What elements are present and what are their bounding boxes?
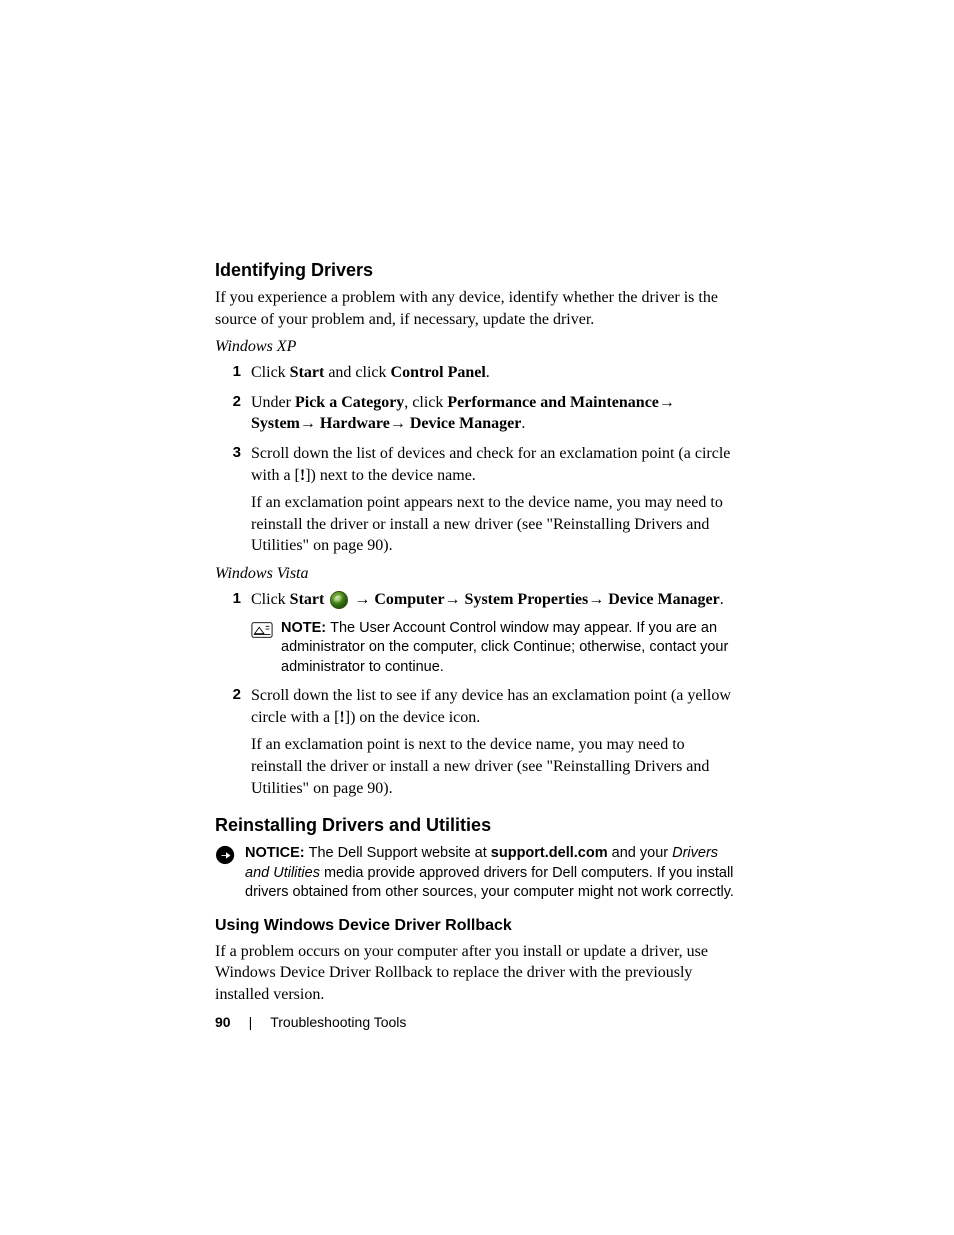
arrow: → <box>659 394 675 411</box>
footer-section: Troubleshooting Tools <box>270 1014 406 1030</box>
ui-computer: Computer <box>374 591 444 608</box>
step-followup: If an exclamation point appears next to … <box>251 492 739 557</box>
note-text: NOTE: The User Account Control window ma… <box>281 619 739 678</box>
step-text: , click <box>404 394 447 411</box>
ui-device-manager: Device Manager <box>608 591 720 608</box>
label-windows-vista: Windows Vista <box>215 565 739 583</box>
note-icon <box>251 620 273 638</box>
ui-start: Start <box>290 591 325 608</box>
ui-hardware: Hardware <box>320 415 390 432</box>
vista-start-icon <box>330 591 348 609</box>
step-text: and click <box>324 364 390 381</box>
paragraph-intro: If you experience a problem with any dev… <box>215 287 739 330</box>
step-number: 3 <box>221 443 241 463</box>
step-number: 2 <box>221 685 241 705</box>
ui-pick-category: Pick a Category <box>295 394 404 411</box>
step-text: Scroll down the list to see if any devic… <box>251 687 731 726</box>
paragraph-rollback: If a problem occurs on your computer aft… <box>215 941 739 1006</box>
notice-text-part: The Dell Support website at <box>309 845 491 861</box>
steps-windows-xp: 1 Click Start and click Control Panel. 2… <box>215 362 739 557</box>
heading-identifying-drivers: Identifying Drivers <box>215 260 739 281</box>
ui-continue: Continue <box>513 639 571 655</box>
note-label: NOTE: <box>281 620 330 636</box>
ui-system: System <box>251 415 300 432</box>
step-number: 2 <box>221 392 241 412</box>
step-text: Click <box>251 591 290 608</box>
ui-start: Start <box>290 364 325 381</box>
list-item: 1 Click Start → Computer→ System Propert… <box>251 589 739 611</box>
list-item: 3 Scroll down the list of devices and ch… <box>251 443 739 557</box>
notice-label: NOTICE: <box>245 845 309 861</box>
footer-separator: | <box>249 1014 253 1030</box>
arrow: → <box>588 591 608 608</box>
page: Identifying Drivers If you experience a … <box>0 0 954 1235</box>
step-text: . <box>521 415 525 432</box>
ui-performance-maintenance: Performance and Maintenance <box>447 394 659 411</box>
heading-device-driver-rollback: Using Windows Device Driver Rollback <box>215 917 739 935</box>
notice-dell-support: NOTICE: The Dell Support website at supp… <box>215 844 739 903</box>
page-number: 90 <box>215 1014 231 1030</box>
step-number: 1 <box>221 362 241 382</box>
ui-system-properties: System Properties <box>465 591 589 608</box>
list-item: 1 Click Start and click Control Panel. <box>251 362 739 384</box>
arrow: → <box>354 591 374 608</box>
url-support-dell: support.dell.com <box>491 845 608 861</box>
step-text: . <box>486 364 490 381</box>
steps-windows-vista-cont: 2 Scroll down the list to see if any dev… <box>215 685 739 799</box>
step-text: ]) on the device icon. <box>345 709 481 726</box>
step-text: Under <box>251 394 295 411</box>
note-user-account-control: NOTE: The User Account Control window ma… <box>251 619 739 678</box>
list-item: 2 Under Pick a Category, click Performan… <box>251 392 739 435</box>
arrow: → <box>390 415 410 432</box>
label-windows-xp: Windows XP <box>215 338 739 356</box>
notice-icon <box>215 845 237 863</box>
arrow: → <box>445 591 465 608</box>
ui-control-panel: Control Panel <box>391 364 486 381</box>
steps-windows-vista: 1 Click Start → Computer→ System Propert… <box>215 589 739 611</box>
notice-text: NOTICE: The Dell Support website at supp… <box>245 844 739 903</box>
ui-device-manager: Device Manager <box>410 415 522 432</box>
arrow: → <box>300 415 320 432</box>
page-footer: 90 | Troubleshooting Tools <box>215 1014 406 1030</box>
step-text: Click <box>251 364 290 381</box>
step-number: 1 <box>221 589 241 609</box>
step-followup: If an exclamation point is next to the d… <box>251 734 739 799</box>
heading-reinstalling-drivers: Reinstalling Drivers and Utilities <box>215 815 739 836</box>
list-item: 2 Scroll down the list to see if any dev… <box>251 685 739 799</box>
step-text: . <box>720 591 724 608</box>
notice-text-part: and your <box>608 845 673 861</box>
note-text-part: The <box>330 620 359 636</box>
step-text: ]) next to the device name. <box>305 467 476 484</box>
ui-uac: User Account Control <box>359 620 496 636</box>
